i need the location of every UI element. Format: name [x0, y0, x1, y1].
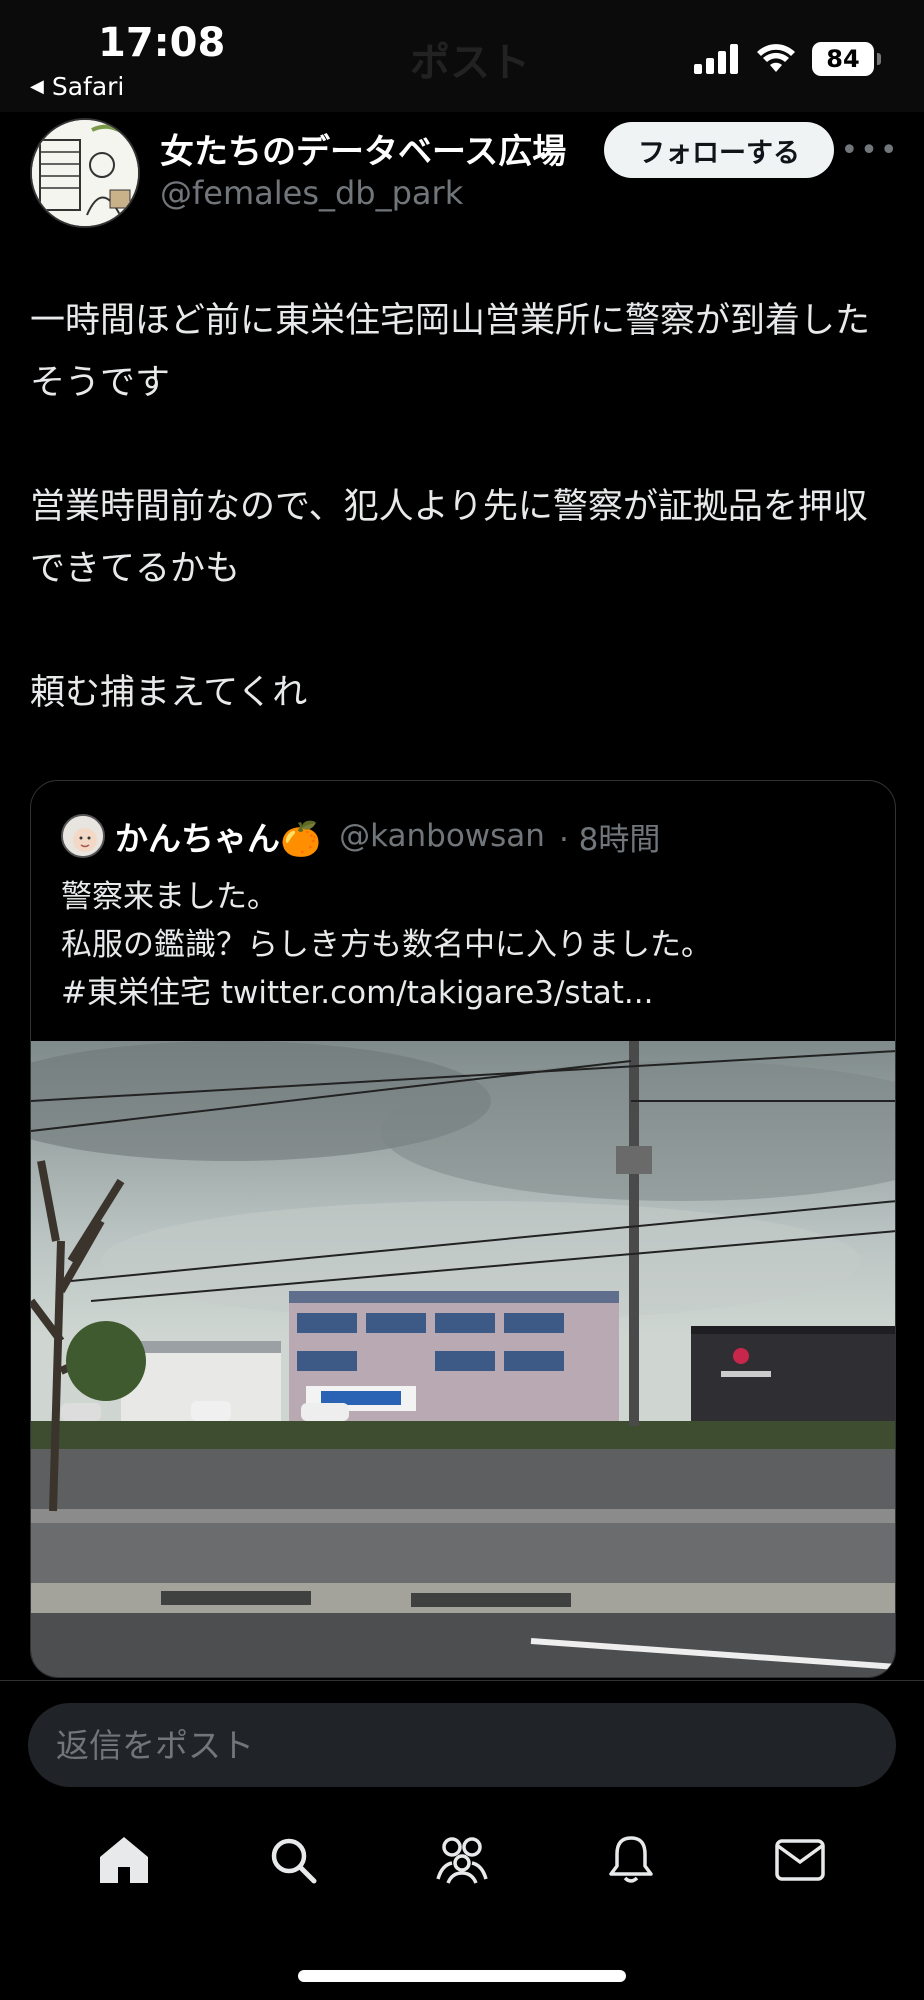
quoted-author-name: かんちゃん🍊: [115, 819, 322, 858]
quoted-author-avatar: [61, 814, 105, 858]
follow-button[interactable]: フォローする: [604, 122, 834, 178]
back-app-label: Safari: [51, 72, 125, 101]
more-options-icon[interactable]: •••: [840, 130, 897, 170]
quoted-tweet-text: 警察来ました。 私服の鑑識？らしき方も数名中に入りました。 #東栄住宅 twit…: [61, 873, 861, 1017]
quoted-line: 私服の鑑識？らしき方も数名中に入りました。: [61, 927, 712, 963]
status-time: 17:08: [98, 20, 226, 66]
notifications-bell-icon[interactable]: [596, 1825, 666, 1895]
reply-bar: [0, 1680, 924, 1790]
communities-icon[interactable]: [427, 1825, 497, 1895]
quoted-tweet-header: かんちゃん🍊 @kanbowsan · 8時間: [61, 811, 660, 861]
quoted-line: 警察来ました。: [61, 879, 278, 915]
cellular-signal-icon: [694, 44, 738, 74]
baby-face-icon: [63, 816, 103, 856]
status-bar: ポスト 17:08 ◀ Safari 84: [0, 0, 924, 112]
back-to-safari-button[interactable]: ◀ Safari: [30, 72, 124, 101]
author-display-name[interactable]: 女たちのデータベース広場: [160, 124, 566, 173]
quoted-photo[interactable]: [31, 1041, 896, 1678]
quoted-author-handle: @kanbowsan: [339, 818, 545, 854]
quoted-timestamp: · 8時間: [558, 821, 661, 858]
search-icon[interactable]: [258, 1825, 328, 1895]
quoted-tweet-card[interactable]: かんちゃん🍊 @kanbowsan · 8時間 警察来ました。 私服の鑑識？らし…: [30, 780, 896, 1678]
tweet-paragraph: 一時間ほど前に東栄住宅岡山営業所に警察が到着したそうです: [30, 301, 871, 403]
messages-envelope-icon[interactable]: [765, 1825, 835, 1895]
tweet-text: 一時間ほど前に東栄住宅岡山営業所に警察が到着したそうです 営業時間前なので、犯人…: [30, 290, 896, 786]
tweet-header: 女たちのデータベース広場 @females_db_park フォローする •••: [30, 118, 898, 230]
tweet-paragraph: 頼む捕まえてくれ: [30, 673, 308, 713]
tweet-paragraph: 営業時間前なので、犯人より先に警察が証拠品を押収できてるかも: [30, 487, 868, 589]
author-avatar[interactable]: [30, 118, 140, 228]
system-icons: 84: [694, 42, 881, 76]
reply-input[interactable]: [28, 1703, 896, 1787]
avatar-illustration: [32, 120, 138, 226]
home-indicator[interactable]: [298, 1970, 626, 1982]
quoted-line: #東栄住宅 twitter.com/takigare3/stat...: [61, 975, 654, 1011]
back-triangle-icon: ◀: [30, 76, 44, 97]
wifi-icon: [757, 44, 795, 72]
header-title: ポスト: [410, 40, 530, 86]
author-handle[interactable]: @females_db_park: [160, 174, 463, 212]
bottom-nav: [0, 1810, 924, 1910]
battery-indicator: 84: [812, 42, 881, 76]
home-icon[interactable]: [89, 1825, 159, 1895]
